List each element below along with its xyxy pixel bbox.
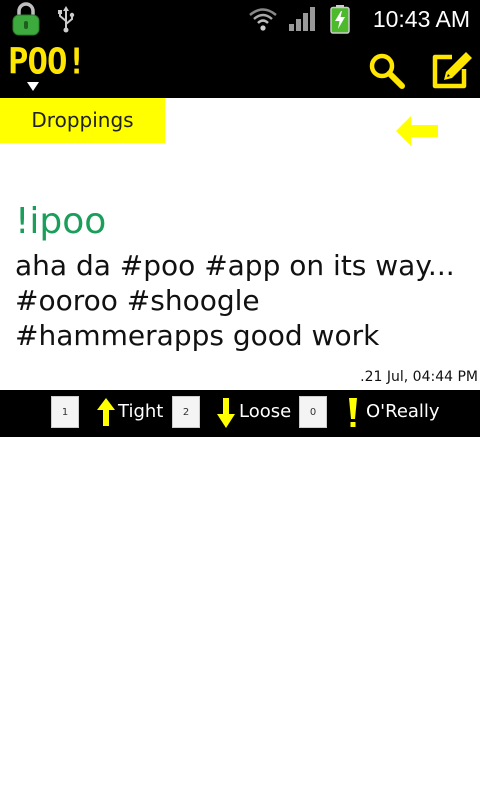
status-clock: 10:43 AM — [372, 6, 470, 32]
usb-icon — [58, 6, 75, 33]
tight-count: 1 — [51, 396, 79, 428]
oreally-count: 0 — [299, 396, 327, 428]
post: !ipoo aha da #poo #app on its way... #oo… — [15, 198, 475, 353]
action-bar: POO! — [0, 38, 480, 98]
search-icon[interactable] — [368, 52, 406, 90]
loose-count: 2 — [172, 396, 200, 428]
signal-icon — [289, 7, 315, 31]
oreally-vote-button[interactable]: O'Really — [366, 402, 440, 422]
arrow-down-icon[interactable] — [217, 398, 235, 428]
tab-droppings[interactable]: Droppings — [0, 98, 165, 143]
post-text: aha da #poo #app on its way... #ooroo #s… — [15, 249, 455, 352]
wifi-icon — [249, 8, 277, 31]
logo-dropdown-icon[interactable] — [27, 82, 39, 91]
post-username[interactable]: !ipoo — [15, 198, 475, 246]
loose-vote-button[interactable]: Loose — [239, 402, 291, 422]
battery-charging-icon — [330, 5, 350, 34]
status-bar: 10:43 AM — [0, 0, 480, 38]
tight-vote-button[interactable]: Tight — [118, 402, 163, 422]
lock-icon — [12, 2, 40, 36]
vote-bar: 1 Tight 2 Loose 0 O'Really — [0, 390, 480, 437]
back-arrow-icon[interactable] — [396, 116, 438, 146]
arrow-up-icon[interactable] — [97, 398, 115, 426]
compose-icon[interactable] — [430, 50, 474, 90]
post-timestamp: .21 Jul, 04:44 PM — [360, 369, 478, 385]
app-logo[interactable]: POO! — [8, 41, 87, 83]
exclamation-icon[interactable] — [348, 398, 358, 428]
tab-row: Droppings — [0, 98, 480, 146]
